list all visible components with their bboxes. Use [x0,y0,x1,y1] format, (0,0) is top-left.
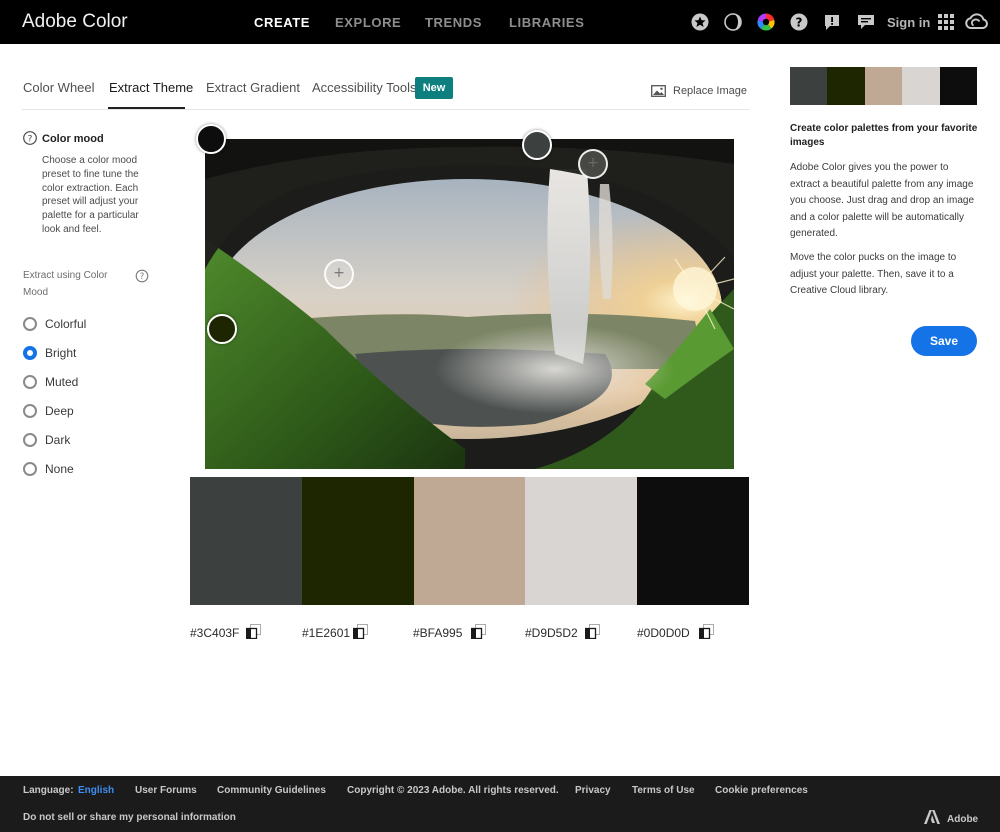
right-panel-title: Create color palettes from your favorite… [790,123,978,148]
cookie-preferences-link[interactable]: Cookie preferences [715,785,808,796]
copy-icon[interactable] [699,624,714,639]
color-puck-3[interactable] [578,149,608,179]
right-panel-instructions: Move the color pucks on the image to adj… [790,252,957,296]
radio-bright[interactable] [23,346,37,360]
subtabs-divider [22,109,749,110]
sign-in-link[interactable]: Sign in [887,15,930,30]
radio-colorful[interactable] [23,317,37,331]
preview-swatch-3 [864,67,903,105]
radio-dark[interactable] [23,433,37,447]
swatch-3[interactable] [413,477,526,605]
swatch-1[interactable] [190,477,302,605]
radio-label-deep[interactable]: Deep [45,404,74,418]
color-puck-4[interactable] [324,259,354,289]
adobe-logo-icon[interactable] [924,810,940,824]
radio-deep[interactable] [23,404,37,418]
preview-swatch-1 [790,67,828,105]
nav-tab-explore[interactable]: EXPLORE [335,15,401,30]
hex-code-5[interactable]: #0D0D0D [637,626,690,640]
swatch-5[interactable] [637,477,749,605]
radio-label-dark[interactable]: Dark [45,433,70,447]
swatch-4[interactable] [525,477,638,605]
color-puck-2[interactable] [522,130,552,160]
adobe-wordmark[interactable]: Adobe [947,814,978,825]
do-not-sell-link[interactable]: Do not sell or share my personal informa… [23,812,236,823]
hex-code-2[interactable]: #1E2601 [302,626,350,640]
preview-swatch-5 [939,67,978,105]
nav-tab-libraries[interactable]: LIBRARIES [509,15,584,30]
image-icon [651,85,666,97]
copy-icon[interactable] [471,624,486,639]
copy-icon[interactable] [353,624,368,639]
tab-extract-theme[interactable]: Extract Theme [109,80,193,95]
nav-tab-create[interactable]: CREATE [254,15,310,30]
source-image [205,139,734,469]
color-puck-1[interactable] [196,124,226,154]
radio-label-muted[interactable]: Muted [45,375,78,389]
chat-icon[interactable] [857,13,875,31]
save-button[interactable]: Save [911,326,977,356]
tab-accessibility-tools[interactable]: Accessibility Tools [312,80,417,95]
radio-label-colorful[interactable]: Colorful [45,317,86,331]
palette-preview [790,67,978,105]
palette-swatches [190,477,749,605]
star-badge-icon[interactable] [691,13,709,31]
copyright-text: Copyright © 2023 Adobe. All rights reser… [347,785,559,796]
svg-text:?: ? [28,134,33,144]
extract-color-mood-label: Extract using Color Mood [23,270,108,298]
radio-label-none[interactable]: None [45,462,74,476]
apps-grid-icon[interactable] [937,13,955,31]
user-forums-link[interactable]: User Forums [135,785,197,796]
color-wheel-icon[interactable] [757,13,775,31]
copy-icon[interactable] [246,624,261,639]
waterfall-cave-photo [205,139,734,469]
active-tab-underline [108,107,185,109]
moon-icon[interactable] [724,13,742,31]
tab-color-wheel[interactable]: Color Wheel [23,80,95,95]
feedback-icon[interactable] [823,13,841,31]
replace-image-label: Replace Image [673,85,747,97]
app-title[interactable]: Adobe Color [22,11,128,33]
privacy-link[interactable]: Privacy [575,785,611,796]
help-icon[interactable]: ? [790,13,808,31]
hex-code-1[interactable]: #3C403F [190,626,239,640]
language-selector[interactable]: English [78,785,114,796]
hex-code-3[interactable]: #BFA995 [413,626,462,640]
color-mood-help-icon[interactable]: ? [23,131,37,145]
radio-none[interactable] [23,462,37,476]
radio-muted[interactable] [23,375,37,389]
radio-label-bright[interactable]: Bright [45,346,76,360]
community-guidelines-link[interactable]: Community Guidelines [217,785,326,796]
preview-swatch-2 [827,67,865,105]
copy-icon[interactable] [585,624,600,639]
tab-extract-gradient[interactable]: Extract Gradient [206,80,300,95]
creative-cloud-icon[interactable] [964,13,988,31]
nav-tab-trends[interactable]: TRENDS [425,15,482,30]
top-nav-bar: Adobe Color CREATE EXPLORE TRENDS LIBRAR… [0,0,1000,44]
new-badge: New [415,77,453,99]
right-panel-intro: Adobe Color gives you the power to extra… [790,162,975,239]
preview-swatch-4 [902,67,940,105]
color-mood-description: Choose a color mood preset to fine tune … [42,155,139,235]
terms-of-use-link[interactable]: Terms of Use [632,785,695,796]
language-label: Language: [23,785,74,796]
svg-text:?: ? [796,16,803,30]
footer: Language: English User Forums Community … [0,776,1000,832]
swatch-2[interactable] [301,477,414,605]
replace-image-button[interactable]: Replace Image [651,85,747,97]
color-puck-5[interactable] [207,314,237,344]
hex-code-4[interactable]: #D9D5D2 [525,626,578,640]
color-mood-title: Color mood [42,133,104,145]
svg-text:?: ? [140,272,145,282]
extract-mood-help-icon[interactable]: ? [135,269,149,283]
